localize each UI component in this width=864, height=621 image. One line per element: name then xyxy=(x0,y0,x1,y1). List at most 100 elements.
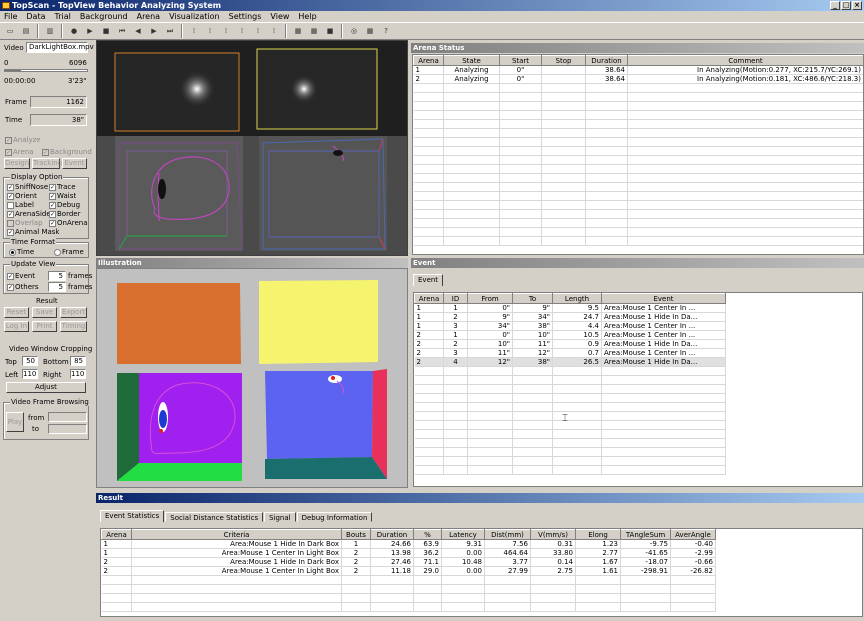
update-event-frames[interactable]: 5 xyxy=(48,271,66,281)
view1-icon[interactable]: ▦ xyxy=(291,24,305,38)
rewind-icon[interactable]: ⏮ xyxy=(115,24,129,38)
result-row[interactable]: 1 Area:Mouse 1 Center In Light Box 2 13.98 3… xyxy=(101,548,716,558)
crop-bottom-field[interactable]: 85 xyxy=(70,356,86,366)
event-button[interactable]: Event xyxy=(62,158,87,169)
print-button[interactable]: Print xyxy=(32,321,57,332)
record-icon[interactable]: ● xyxy=(67,24,81,38)
back-icon[interactable]: ◀ xyxy=(131,24,145,38)
view2-icon[interactable]: ▦ xyxy=(307,24,321,38)
opt-arenaside[interactable]: ✓ ArenaSide xyxy=(7,210,51,218)
result-col-latency[interactable]: Latency xyxy=(441,529,485,540)
result-col-dist[interactable]: Dist(mm) xyxy=(484,529,531,540)
save-button[interactable]: Save xyxy=(32,307,57,318)
opt-sniffnose[interactable]: ✓ SniffNose xyxy=(7,183,48,191)
menu-visualization[interactable]: Visualization xyxy=(169,11,220,22)
forward-icon[interactable]: ▶ xyxy=(147,24,161,38)
background-checkbox[interactable]: ✓ Background xyxy=(42,148,92,156)
crop-right-field[interactable]: 110 xyxy=(70,369,86,379)
event-col-length[interactable]: Length xyxy=(552,293,602,304)
step6-icon[interactable]: ⁞ xyxy=(267,24,281,38)
col-start[interactable]: Start xyxy=(499,55,542,66)
save-icon[interactable]: ▥ xyxy=(43,24,57,38)
result-col-arena[interactable]: Arena xyxy=(101,529,132,540)
result-col-criteria[interactable]: Criteria xyxy=(131,529,342,540)
opt-onarena[interactable]: ✓ OnArena xyxy=(49,219,88,227)
result-col-tanglesum[interactable]: TAngleSum xyxy=(620,529,671,540)
menu-settings[interactable]: Settings xyxy=(229,11,262,22)
time-format-frame-radio[interactable]: Frame xyxy=(54,248,84,256)
open-icon[interactable]: ▤ xyxy=(19,24,33,38)
export-button[interactable]: Export xyxy=(60,307,87,318)
event-col-id[interactable]: ID xyxy=(443,293,468,304)
adjust-button[interactable]: Adjust xyxy=(6,382,86,393)
menu-file[interactable]: File xyxy=(4,11,17,22)
browse-from-field[interactable] xyxy=(48,412,87,422)
opt-waist[interactable]: ✓ Waist xyxy=(49,192,76,200)
menu-view[interactable]: View xyxy=(270,11,289,22)
browse-play-button[interactable]: Play xyxy=(6,412,24,432)
result-col-averangle[interactable]: AverAngle xyxy=(670,529,716,540)
browse-to-field[interactable] xyxy=(48,424,87,434)
time-format-time-radio[interactable]: Time xyxy=(9,248,34,256)
tab-social-distance[interactable]: Social Distance Statistics xyxy=(165,512,264,522)
opt-label[interactable]: Label xyxy=(7,201,34,209)
event-col-from[interactable]: From xyxy=(467,293,513,304)
stop-icon[interactable]: ■ xyxy=(99,24,113,38)
event-col-to[interactable]: To xyxy=(512,293,553,304)
fast-forward-icon[interactable]: ⏭ xyxy=(163,24,177,38)
event-row[interactable]: 1 1 0" 9" 9.5 Area:Mouse 1 Center In ... xyxy=(414,303,726,313)
step5-icon[interactable]: ⁞ xyxy=(251,24,265,38)
result-row[interactable]: 2 Area:Mouse 1 Hide In Dark Box 2 27.46 71.1… xyxy=(101,557,716,567)
result-row[interactable]: 2 Area:Mouse 1 Center In Light Box 2 11.18 2… xyxy=(101,566,716,576)
tab-debug-information[interactable]: Debug Information xyxy=(296,512,373,522)
capture-icon[interactable]: ◎ xyxy=(347,24,361,38)
maximize-button[interactable]: □ xyxy=(841,1,851,10)
view3-icon[interactable]: ■ xyxy=(323,24,337,38)
crop-left-field[interactable]: 110 xyxy=(22,369,38,379)
opt-orient[interactable]: ✓ Orient xyxy=(7,192,37,200)
col-arena[interactable]: Arena xyxy=(413,55,444,66)
grid-icon[interactable]: ▦ xyxy=(363,24,377,38)
result-col-duration[interactable]: Duration xyxy=(370,529,414,540)
analyze-checkbox[interactable]: ✓ Analyze xyxy=(5,136,41,144)
design-button[interactable]: Design xyxy=(4,158,30,169)
opt-trace[interactable]: ✓ Trace xyxy=(49,183,76,191)
status-row[interactable]: 1 Analyzing 0" 38.64 In Analyzing(Motion:0.2… xyxy=(413,65,863,75)
menu-help[interactable]: Help xyxy=(298,11,316,22)
col-duration[interactable]: Duration xyxy=(585,55,628,66)
opt-animal-mask[interactable]: ✓ Animal Mask xyxy=(7,228,59,236)
result-col-elong[interactable]: Elong xyxy=(575,529,621,540)
opt-overlap[interactable]: Overlap xyxy=(7,219,43,227)
tab-event-statistics[interactable]: Event Statistics xyxy=(100,510,165,522)
timing-button[interactable]: Timing xyxy=(60,321,87,332)
event-row[interactable]: 2 4 12" 38" 26.5 Area:Mouse 1 Hide In Da... xyxy=(414,357,726,367)
event-col-event[interactable]: Event xyxy=(601,293,726,304)
col-stop[interactable]: Stop xyxy=(541,55,586,66)
menu-arena[interactable]: Arena xyxy=(137,11,160,22)
play-icon[interactable]: ▶ xyxy=(83,24,97,38)
tab-signal[interactable]: Signal xyxy=(264,512,296,522)
event-row[interactable]: 2 3 11" 12" 0.7 Area:Mouse 1 Center In ... xyxy=(414,348,726,358)
close-button[interactable]: × xyxy=(852,1,862,10)
new-icon[interactable]: ▭ xyxy=(3,24,17,38)
event-row[interactable]: 2 1 0" 10" 10.5 Area:Mouse 1 Center In ... xyxy=(414,330,726,340)
result-col-velocity[interactable]: V(mm/s) xyxy=(530,529,576,540)
update-others-frames[interactable]: 5 xyxy=(48,282,66,292)
event-col-arena[interactable]: Arena xyxy=(414,293,444,304)
col-comment[interactable]: Comment xyxy=(627,55,863,66)
update-event-checkbox[interactable]: ✓ Event xyxy=(7,272,35,280)
menu-background[interactable]: Background xyxy=(80,11,128,22)
login-button[interactable]: Log In xyxy=(4,321,29,332)
step2-icon[interactable]: ⁞ xyxy=(203,24,217,38)
event-row[interactable]: 1 2 9" 34" 24.7 Area:Mouse 1 Hide In Da... xyxy=(414,312,726,322)
tracking-button[interactable]: Tracking xyxy=(32,158,62,169)
help-icon[interactable]: ? xyxy=(379,24,393,38)
update-others-checkbox[interactable]: ✓ Others xyxy=(7,283,39,291)
video-slider-track[interactable] xyxy=(4,69,88,72)
result-row[interactable]: 1 Area:Mouse 1 Hide In Dark Box 1 24.66 63.9… xyxy=(101,539,716,549)
reset-button[interactable]: Reset xyxy=(4,307,29,318)
opt-border[interactable]: ✓ Border xyxy=(49,210,80,218)
crop-top-field[interactable]: 50 xyxy=(22,356,38,366)
step1-icon[interactable]: ⁞ xyxy=(187,24,201,38)
event-row[interactable]: 1 3 34" 38" 4.4 Area:Mouse 1 Center In ... xyxy=(414,321,726,331)
